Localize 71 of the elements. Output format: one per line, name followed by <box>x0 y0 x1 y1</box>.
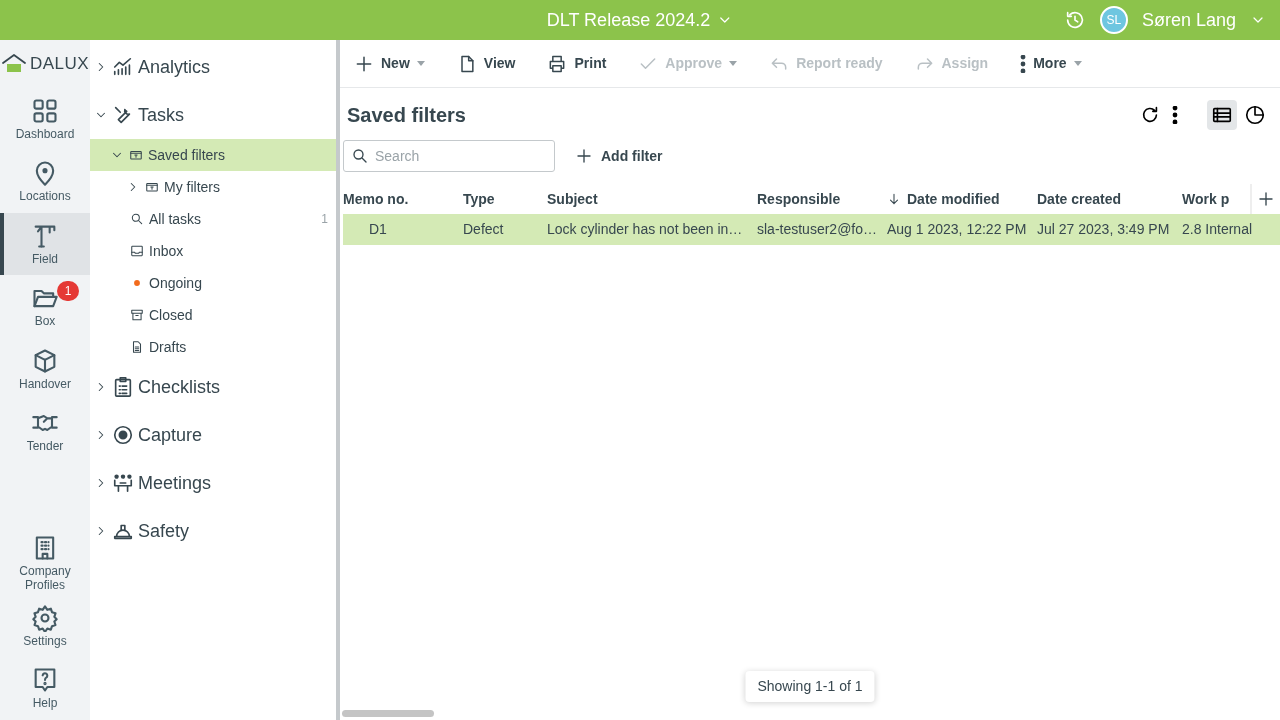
column-header[interactable]: Memo no. <box>343 184 409 214</box>
page-title: Saved filters <box>347 103 466 127</box>
rail-item[interactable]: Tender <box>0 400 90 463</box>
search-icon <box>351 147 369 165</box>
inbox-icon <box>130 244 144 258</box>
nav-section[interactable]: Analytics <box>90 43 336 91</box>
column-header[interactable]: Work p <box>1182 184 1230 214</box>
tree-item[interactable]: Closed <box>90 299 336 331</box>
grid-icon <box>31 96 59 125</box>
rail-item[interactable]: Dashboard <box>0 87 90 151</box>
table-cell: Lock cylinder has not been in… <box>547 214 757 245</box>
search-icon <box>130 212 144 226</box>
status-label: Showing 1-1 of 1 <box>745 671 875 702</box>
table-cell: Aug 1 2023, 12:22 PM <box>887 214 1037 245</box>
rail-item[interactable]: Settings <box>0 594 90 658</box>
rail-item[interactable]: Locations <box>0 150 90 213</box>
folder-icon <box>129 148 143 162</box>
archive-icon <box>130 308 144 322</box>
rail-item[interactable]: Help <box>0 657 90 720</box>
chart-icon <box>112 56 134 78</box>
table-cell: 2.8 Internal <box>1182 214 1280 245</box>
view-toggle[interactable] <box>1206 100 1237 130</box>
column-header[interactable]: Date created <box>1037 184 1122 214</box>
add-filter-button[interactable]: Add filter <box>569 144 669 168</box>
rail-item[interactable]: Field <box>0 212 90 276</box>
notification-badge: 1 <box>57 281 79 302</box>
table-cell: D1 <box>343 214 463 245</box>
toolbar-button[interactable]: More <box>1020 47 1096 80</box>
sort-arrow-icon <box>887 192 901 206</box>
rail-item[interactable]: Company Profiles <box>0 532 90 595</box>
table-cell: Defect <box>463 214 547 245</box>
column-header[interactable]: Responsible <box>757 184 841 214</box>
user-avatar: SL <box>1099 6 1128 34</box>
count-label: 1 <box>321 211 328 228</box>
toolbar-button[interactable]: New <box>354 47 439 80</box>
tree-item[interactable]: All tasks 1 <box>90 203 336 235</box>
tree-item[interactable]: My filters <box>90 171 336 203</box>
rail-item[interactable]: Handover <box>0 337 90 401</box>
search-field[interactable]: Search <box>343 140 555 172</box>
logo-text: DALUX <box>29 53 90 76</box>
toolbar-button[interactable]: Print <box>547 47 621 80</box>
clipboard-icon <box>112 376 134 398</box>
nav-section[interactable]: Tasks <box>90 91 336 139</box>
add-column-button[interactable] <box>1257 190 1275 208</box>
plus-icon <box>575 147 593 165</box>
document-icon <box>130 340 144 354</box>
scrollbar[interactable] <box>342 710 434 717</box>
tree-item[interactable]: Drafts <box>90 331 336 363</box>
gear-icon <box>31 603 59 632</box>
house-logo-icon <box>0 52 27 75</box>
nav-section[interactable]: Safety <box>90 507 336 555</box>
table-cell: Jul 27 2023, 3:49 PM <box>1037 214 1182 245</box>
record-icon <box>112 424 134 446</box>
rail-item[interactable]: Box 1 <box>0 275 90 338</box>
column-header[interactable]: Type <box>463 184 495 214</box>
nav-section[interactable]: Checklists <box>90 363 336 411</box>
tree-item[interactable]: Saved filters <box>90 139 336 171</box>
toolbar-button[interactable]: View <box>456 47 530 80</box>
kebab-icon <box>1172 106 1178 124</box>
plus-icon <box>1257 190 1275 208</box>
kebab-icon <box>1020 54 1027 73</box>
people-icon <box>112 472 134 494</box>
column-header[interactable]: Subject <box>547 184 598 214</box>
pie-chart-icon <box>1244 104 1266 126</box>
nav-section[interactable]: Capture <box>90 411 336 459</box>
nav-section[interactable]: Meetings <box>90 459 336 507</box>
column-header[interactable]: Date modified <box>887 184 1000 214</box>
table-cell: sla-testuser2@fo… <box>757 214 887 245</box>
folder-icon <box>145 180 159 194</box>
tree-item[interactable]: Inbox <box>90 235 336 267</box>
tree-item[interactable]: Ongoing <box>90 267 336 299</box>
